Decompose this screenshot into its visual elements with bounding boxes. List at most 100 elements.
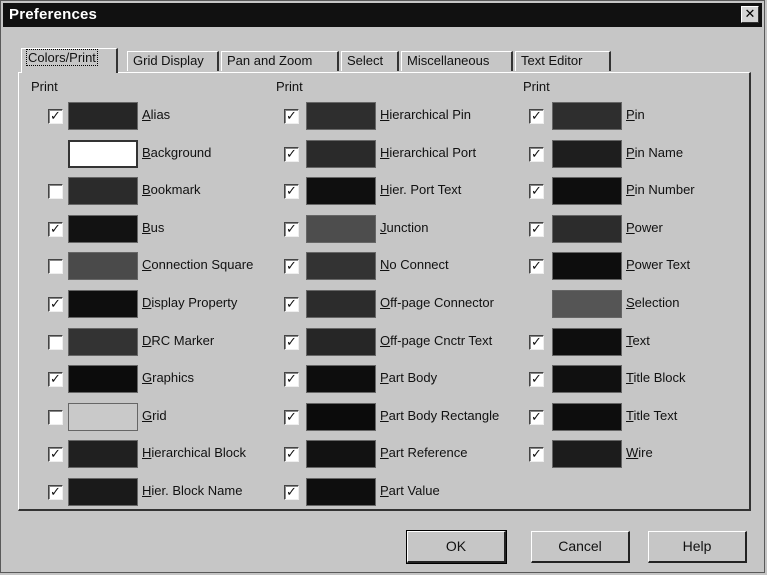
print-checkbox[interactable]: ✓ [48, 222, 63, 237]
color-item-label[interactable]: DRC Marker [142, 333, 214, 348]
print-checkbox[interactable]: ✓ [529, 147, 544, 162]
color-swatch[interactable] [552, 102, 622, 130]
print-checkbox[interactable] [48, 335, 63, 350]
color-swatch[interactable] [68, 290, 138, 318]
print-checkbox[interactable]: ✓ [284, 297, 299, 312]
print-checkbox[interactable]: ✓ [529, 259, 544, 274]
print-checkbox[interactable] [48, 259, 63, 274]
color-item-label[interactable]: Power [626, 220, 663, 235]
close-icon[interactable]: ✕ [741, 6, 759, 23]
color-swatch[interactable] [306, 177, 376, 205]
color-swatch[interactable] [552, 252, 622, 280]
color-item-label[interactable]: Alias [142, 107, 170, 122]
print-checkbox[interactable]: ✓ [284, 184, 299, 199]
print-checkbox[interactable]: ✓ [529, 109, 544, 124]
help-button[interactable]: Help [648, 531, 747, 563]
print-checkbox[interactable]: ✓ [529, 335, 544, 350]
color-item-label[interactable]: Graphics [142, 370, 194, 385]
color-item-label[interactable]: Off-page Connector [380, 295, 494, 310]
ok-button[interactable]: OK [406, 530, 507, 564]
print-checkbox[interactable]: ✓ [529, 222, 544, 237]
color-swatch[interactable] [552, 177, 622, 205]
print-checkbox[interactable] [48, 410, 63, 425]
print-checkbox[interactable] [48, 184, 63, 199]
color-item-label[interactable]: Pin Number [626, 182, 695, 197]
color-swatch[interactable] [68, 140, 138, 168]
print-checkbox[interactable]: ✓ [48, 485, 63, 500]
color-swatch[interactable] [306, 328, 376, 356]
print-checkbox[interactable]: ✓ [284, 372, 299, 387]
color-item-label[interactable]: Junction [380, 220, 428, 235]
color-swatch[interactable] [306, 365, 376, 393]
color-swatch[interactable] [68, 440, 138, 468]
print-checkbox[interactable]: ✓ [284, 447, 299, 462]
color-item-label[interactable]: Off-page Cnctr Text [380, 333, 492, 348]
color-item-label[interactable]: Title Text [626, 408, 677, 423]
color-swatch[interactable] [306, 403, 376, 431]
color-swatch[interactable] [68, 478, 138, 506]
color-swatch[interactable] [306, 440, 376, 468]
color-item-label[interactable]: Part Reference [380, 445, 467, 460]
color-swatch[interactable] [306, 140, 376, 168]
color-swatch[interactable] [306, 252, 376, 280]
color-item-label[interactable]: Selection [626, 295, 679, 310]
color-swatch[interactable] [68, 102, 138, 130]
color-swatch[interactable] [552, 403, 622, 431]
tab-colors-print[interactable]: Colors/Print [21, 48, 118, 73]
color-swatch[interactable] [306, 290, 376, 318]
cancel-button[interactable]: Cancel [531, 531, 630, 563]
print-checkbox[interactable]: ✓ [284, 335, 299, 350]
color-swatch[interactable] [68, 215, 138, 243]
color-item-label[interactable]: Text [626, 333, 650, 348]
tab-grid-display[interactable]: Grid Display [127, 51, 219, 71]
color-item-label[interactable]: Background [142, 145, 211, 160]
color-item-label[interactable]: Connection Square [142, 257, 253, 272]
print-checkbox[interactable]: ✓ [529, 447, 544, 462]
color-swatch[interactable] [552, 215, 622, 243]
print-checkbox[interactable]: ✓ [48, 109, 63, 124]
color-item-label[interactable]: No Connect [380, 257, 449, 272]
color-item-label[interactable]: Hier. Block Name [142, 483, 242, 498]
print-checkbox[interactable]: ✓ [48, 372, 63, 387]
tab-miscellaneous[interactable]: Miscellaneous [401, 51, 513, 71]
color-swatch[interactable] [306, 478, 376, 506]
color-item-label[interactable]: Bookmark [142, 182, 201, 197]
color-item-label[interactable]: Pin Name [626, 145, 683, 160]
color-item-label[interactable]: Hierarchical Block [142, 445, 246, 460]
color-swatch[interactable] [306, 102, 376, 130]
print-checkbox[interactable]: ✓ [529, 184, 544, 199]
color-item-label[interactable]: Part Body Rectangle [380, 408, 499, 423]
color-swatch[interactable] [68, 328, 138, 356]
print-checkbox[interactable]: ✓ [284, 147, 299, 162]
color-item-label[interactable]: Pin [626, 107, 645, 122]
color-swatch[interactable] [68, 365, 138, 393]
color-item-label[interactable]: Part Value [380, 483, 440, 498]
color-swatch[interactable] [68, 177, 138, 205]
color-item-label[interactable]: Hierarchical Pin [380, 107, 471, 122]
color-item-label[interactable]: Hierarchical Port [380, 145, 476, 160]
color-item-label[interactable]: Bus [142, 220, 164, 235]
color-item-label[interactable]: Part Body [380, 370, 437, 385]
tab-select[interactable]: Select [341, 51, 399, 71]
print-checkbox[interactable]: ✓ [48, 447, 63, 462]
color-swatch[interactable] [552, 365, 622, 393]
print-checkbox[interactable]: ✓ [48, 297, 63, 312]
print-checkbox[interactable]: ✓ [284, 222, 299, 237]
color-item-label[interactable]: Display Property [142, 295, 237, 310]
color-swatch[interactable] [552, 440, 622, 468]
print-checkbox[interactable]: ✓ [284, 410, 299, 425]
color-item-label[interactable]: Grid [142, 408, 167, 423]
print-checkbox[interactable]: ✓ [284, 485, 299, 500]
color-swatch[interactable] [552, 328, 622, 356]
tab-pan-and-zoom[interactable]: Pan and Zoom [221, 51, 339, 71]
tab-text-editor[interactable]: Text Editor [515, 51, 611, 71]
color-swatch[interactable] [552, 290, 622, 318]
color-item-label[interactable]: Wire [626, 445, 653, 460]
color-swatch[interactable] [306, 215, 376, 243]
color-item-label[interactable]: Power Text [626, 257, 690, 272]
print-checkbox[interactable]: ✓ [529, 372, 544, 387]
print-checkbox[interactable]: ✓ [284, 259, 299, 274]
print-checkbox[interactable]: ✓ [529, 410, 544, 425]
color-swatch[interactable] [552, 140, 622, 168]
print-checkbox[interactable]: ✓ [284, 109, 299, 124]
